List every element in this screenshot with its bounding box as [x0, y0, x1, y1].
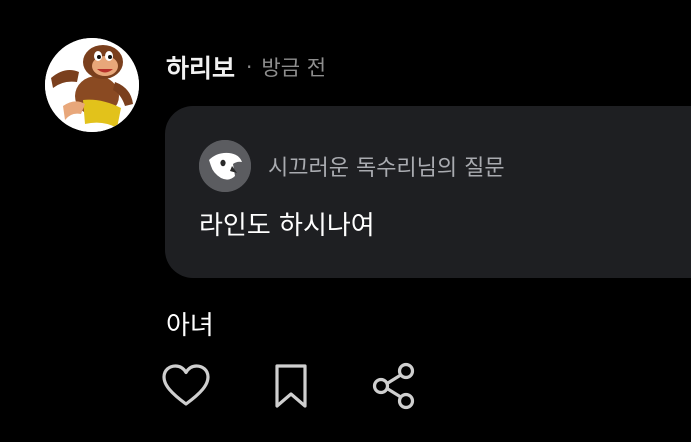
share-button[interactable] — [368, 360, 420, 412]
asker-name: 시끄러운 독수리님의 질문 — [268, 156, 505, 181]
eagle-icon — [199, 140, 251, 192]
question-card[interactable]: 시끄러운 독수리님의 질문 라인도 하시나여 — [165, 106, 691, 278]
separator-dot: · — [246, 55, 253, 79]
profile-avatar[interactable] — [45, 38, 139, 132]
like-button[interactable] — [160, 360, 212, 412]
post-header: 하리보 · 방금 전 — [166, 50, 326, 84]
question-text: 라인도 하시나여 — [199, 211, 375, 241]
heart-icon — [162, 364, 210, 406]
timestamp: 방금 전 — [261, 56, 327, 80]
bookmark-button[interactable] — [265, 360, 317, 412]
asker-avatar — [199, 140, 251, 192]
username[interactable]: 하리보 — [166, 49, 235, 85]
bookmark-icon — [275, 364, 307, 408]
answer-text: 아녀 — [166, 311, 214, 341]
share-icon — [372, 362, 415, 410]
monkey-character-image — [45, 38, 139, 132]
